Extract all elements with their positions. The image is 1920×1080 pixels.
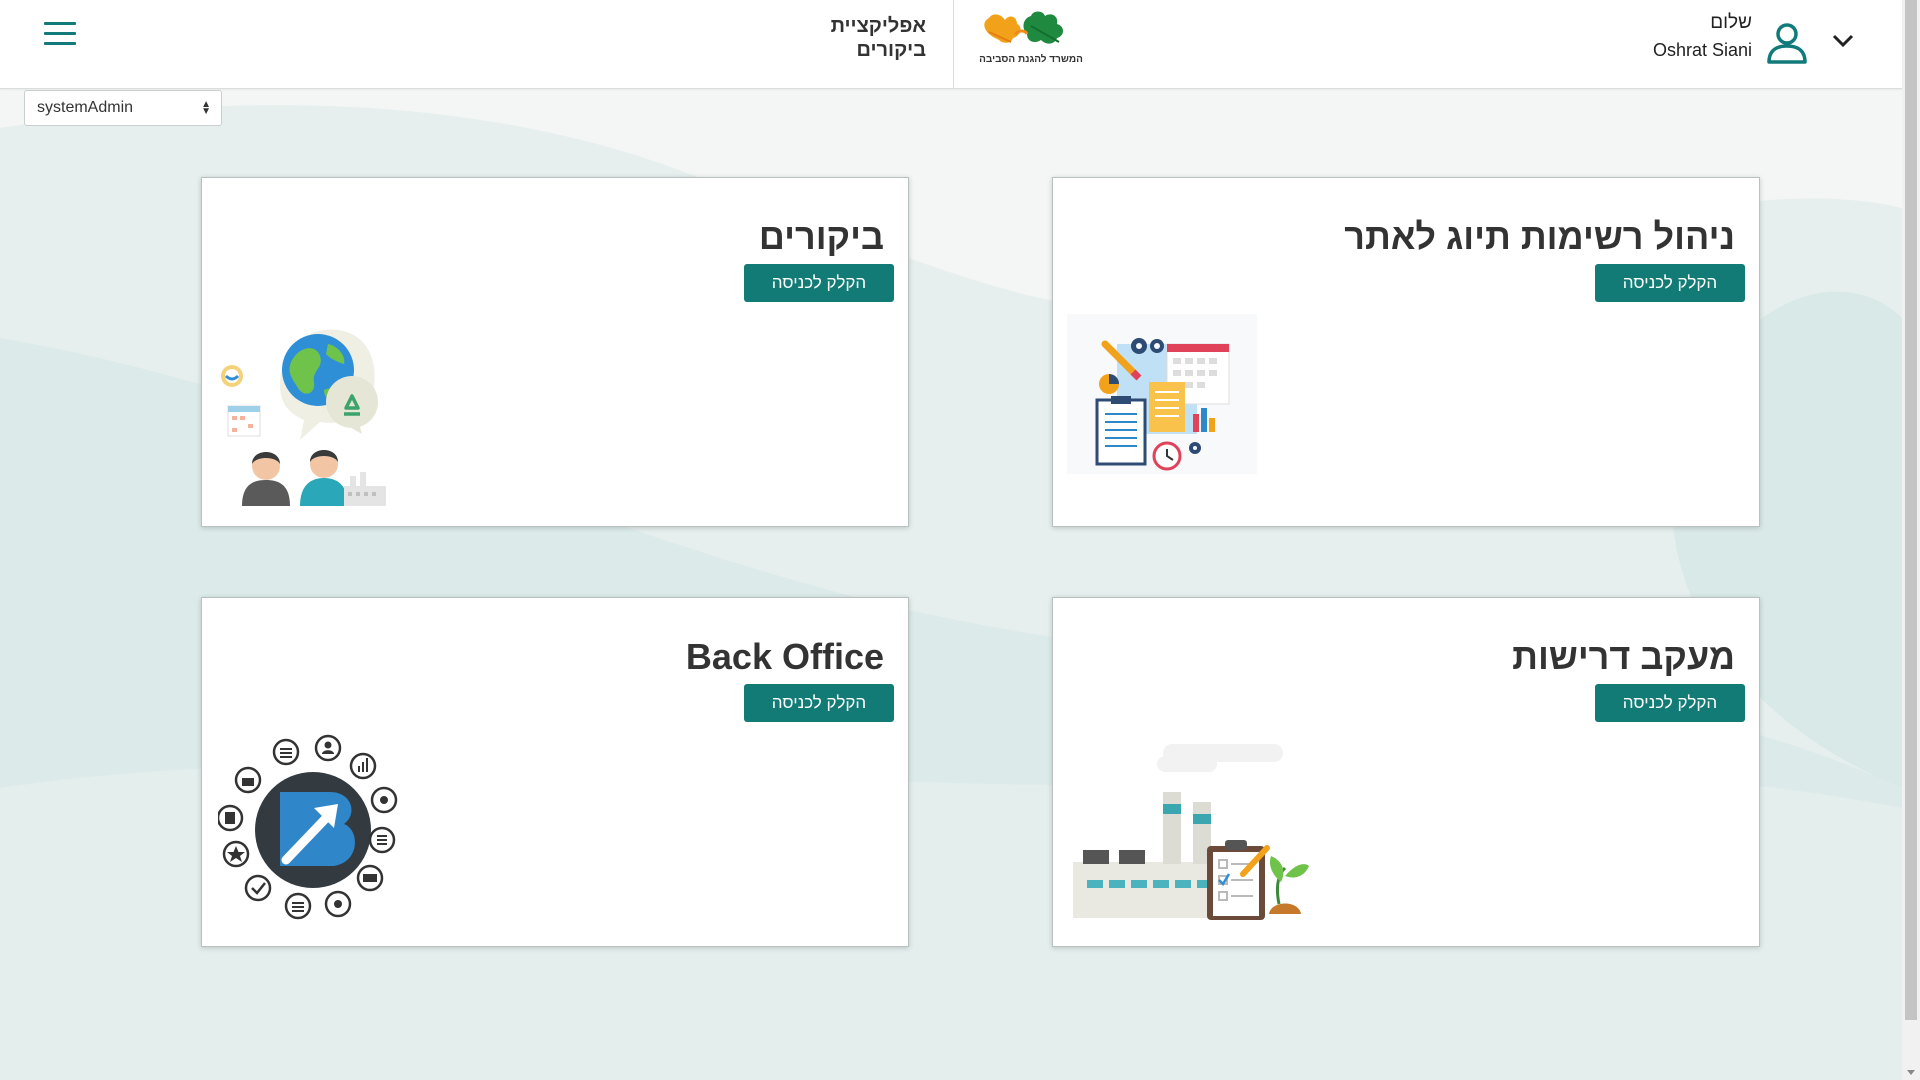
card-title: ביקורים <box>758 216 884 257</box>
factory-checklist-icon <box>1073 744 1313 929</box>
chevron-down-icon[interactable] <box>1832 34 1854 53</box>
logo-text: המשרד להגנת הסביבה <box>979 54 1083 65</box>
enter-button[interactable]: הקלק לכניסה <box>1595 264 1745 302</box>
card-title: Back Office <box>685 636 884 677</box>
role-select-value: systemAdmin <box>37 99 134 116</box>
card-title: מעקב דרישות <box>1512 636 1735 677</box>
app-title-line2: ביקורים <box>856 39 926 61</box>
user-avatar-icon[interactable] <box>1765 22 1809 69</box>
greeting-label: שלום <box>1710 12 1752 33</box>
card-requirements-tracking: מעקב דרישות הקלק לכניסה <box>1052 597 1760 947</box>
card-site-checklists: ניהול רשימות תיוג לאתר הקלק לכניסה <box>1052 177 1760 527</box>
card-visits: ביקורים הקלק לכניסה <box>201 177 909 527</box>
scrollbar-thumb[interactable] <box>1905 0 1917 1020</box>
app-title-line1: אפליקציית <box>830 15 926 37</box>
role-select[interactable]: systemAdmin ▲ ▼ <box>24 90 222 126</box>
ministry-logo[interactable]: המשרד להגנת הסביבה <box>975 8 1090 70</box>
vertical-scrollbar[interactable] <box>1902 0 1920 1080</box>
leaves-icon <box>984 11 1063 44</box>
scroll-down-arrow-icon[interactable] <box>1907 1070 1915 1075</box>
app-title: אפליקציית ביקורים <box>800 14 926 62</box>
top-header: אפליקציית ביקורים המשרד להגנת הסביבה שלו… <box>0 0 1902 89</box>
enter-button[interactable]: הקלק לכניסה <box>744 264 894 302</box>
user-name: Oshrat Siani <box>1652 40 1752 60</box>
header-divider <box>953 0 954 88</box>
select-arrows-icon: ▲ ▼ <box>201 99 211 117</box>
card-back-office: Back Office הקלק לכניסה <box>201 597 909 947</box>
user-greeting: שלום Oshrat Siani <box>1600 12 1752 61</box>
environment-people-icon <box>220 316 400 511</box>
card-title: ניהול רשימות תיוג לאתר <box>1344 216 1735 257</box>
enter-button[interactable]: הקלק לכניסה <box>1595 684 1745 722</box>
menu-icon[interactable] <box>44 22 76 48</box>
planning-icon <box>1067 314 1257 479</box>
backoffice-logo-icon <box>216 734 408 929</box>
enter-button[interactable]: הקלק לכניסה <box>744 684 894 722</box>
